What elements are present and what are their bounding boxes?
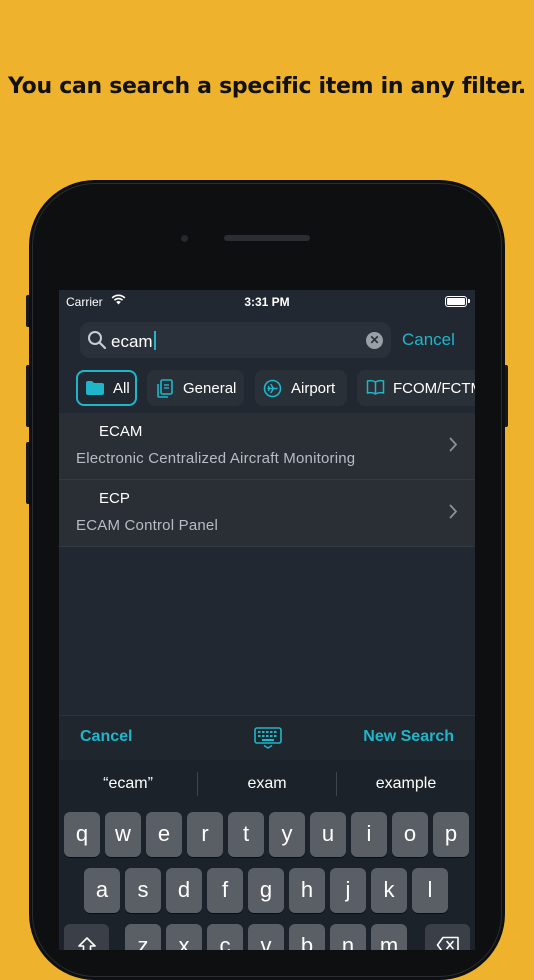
key-h[interactable]: h [289,868,325,913]
key-j[interactable]: j [330,868,366,913]
key-c[interactable]: c [207,924,243,950]
filter-chip-label: All [113,380,130,397]
filter-chips: All General Airport FCOM/FCTM [76,370,475,406]
new-search-button[interactable]: New Search [363,728,454,746]
suggestion-item[interactable]: exam [198,775,336,793]
filter-chip-general[interactable]: General [147,370,244,406]
key-z[interactable]: z [125,924,161,950]
key-k[interactable]: k [371,868,407,913]
phone-screen: Carrier 3:31 PM ecam ✕ Cancel All Genera… [59,290,475,950]
key-d[interactable]: d [166,868,202,913]
result-title: ECAM [99,423,143,440]
filter-chip-fcom[interactable]: FCOM/FCTM [357,370,475,406]
suggestion-bar: “ecam” exam example [59,760,475,810]
search-icon [87,330,107,355]
key-f[interactable]: f [207,868,243,913]
result-subtitle: Electronic Centralized Aircraft Monitori… [76,450,356,467]
search-field[interactable]: ecam ✕ [80,322,391,358]
book-icon [366,379,385,400]
key-m[interactable]: m [371,924,407,950]
key-g[interactable]: g [248,868,284,913]
key-s[interactable]: s [125,868,161,913]
chevron-right-icon [449,504,458,524]
results-list: ECAM Electronic Centralized Aircraft Mon… [59,413,475,547]
key-w[interactable]: w [105,812,141,857]
filter-chip-all[interactable]: All [76,370,137,406]
key-r[interactable]: r [187,812,223,857]
result-row[interactable]: ECP ECAM Control Panel [59,480,475,547]
key-y[interactable]: y [269,812,305,857]
key-u[interactable]: u [310,812,346,857]
key-t[interactable]: t [228,812,264,857]
key-l[interactable]: l [412,868,448,913]
airplane-icon [263,379,282,402]
earpiece-speaker [224,235,310,241]
keyboard-toolbar: Cancel New Search [59,715,475,760]
chevron-right-icon [449,437,458,457]
keyboard-icon[interactable] [254,727,282,754]
folder-icon [85,380,105,400]
front-camera [181,235,188,242]
key-o[interactable]: o [392,812,428,857]
shift-key[interactable] [64,924,109,950]
clear-search-icon[interactable]: ✕ [366,332,383,349]
backspace-key[interactable] [425,924,470,950]
key-i[interactable]: i [351,812,387,857]
toolbar-cancel-button[interactable]: Cancel [80,728,132,746]
search-cancel-button[interactable]: Cancel [402,330,455,350]
key-n[interactable]: n [330,924,366,950]
battery-icon [445,296,470,307]
headline: You can search a specific item in any fi… [8,74,526,99]
result-title: ECP [99,490,130,507]
filter-chip-airport[interactable]: Airport [255,370,347,406]
key-v[interactable]: v [248,924,284,950]
status-time: 3:31 PM [244,295,290,309]
key-x[interactable]: x [166,924,202,950]
suggestion-item[interactable]: example [337,775,475,793]
result-row[interactable]: ECAM Electronic Centralized Aircraft Mon… [59,413,475,480]
key-e[interactable]: e [146,812,182,857]
suggestion-item[interactable]: “ecam” [59,775,197,793]
key-p[interactable]: p [433,812,469,857]
search-input-text[interactable]: ecam [111,332,153,351]
filter-chip-label: FCOM/FCTM [393,380,475,397]
keyboard: “ecam” exam example q w e r t y u i o p … [59,760,475,950]
filter-chip-label: Airport [291,380,336,397]
key-q[interactable]: q [64,812,100,857]
result-subtitle: ECAM Control Panel [76,517,218,534]
key-a[interactable]: a [84,868,120,913]
text-cursor [153,331,156,350]
filter-chip-label: General [183,380,237,397]
key-b[interactable]: b [289,924,325,950]
documents-icon [156,379,174,402]
status-bar: Carrier 3:31 PM [59,290,475,314]
